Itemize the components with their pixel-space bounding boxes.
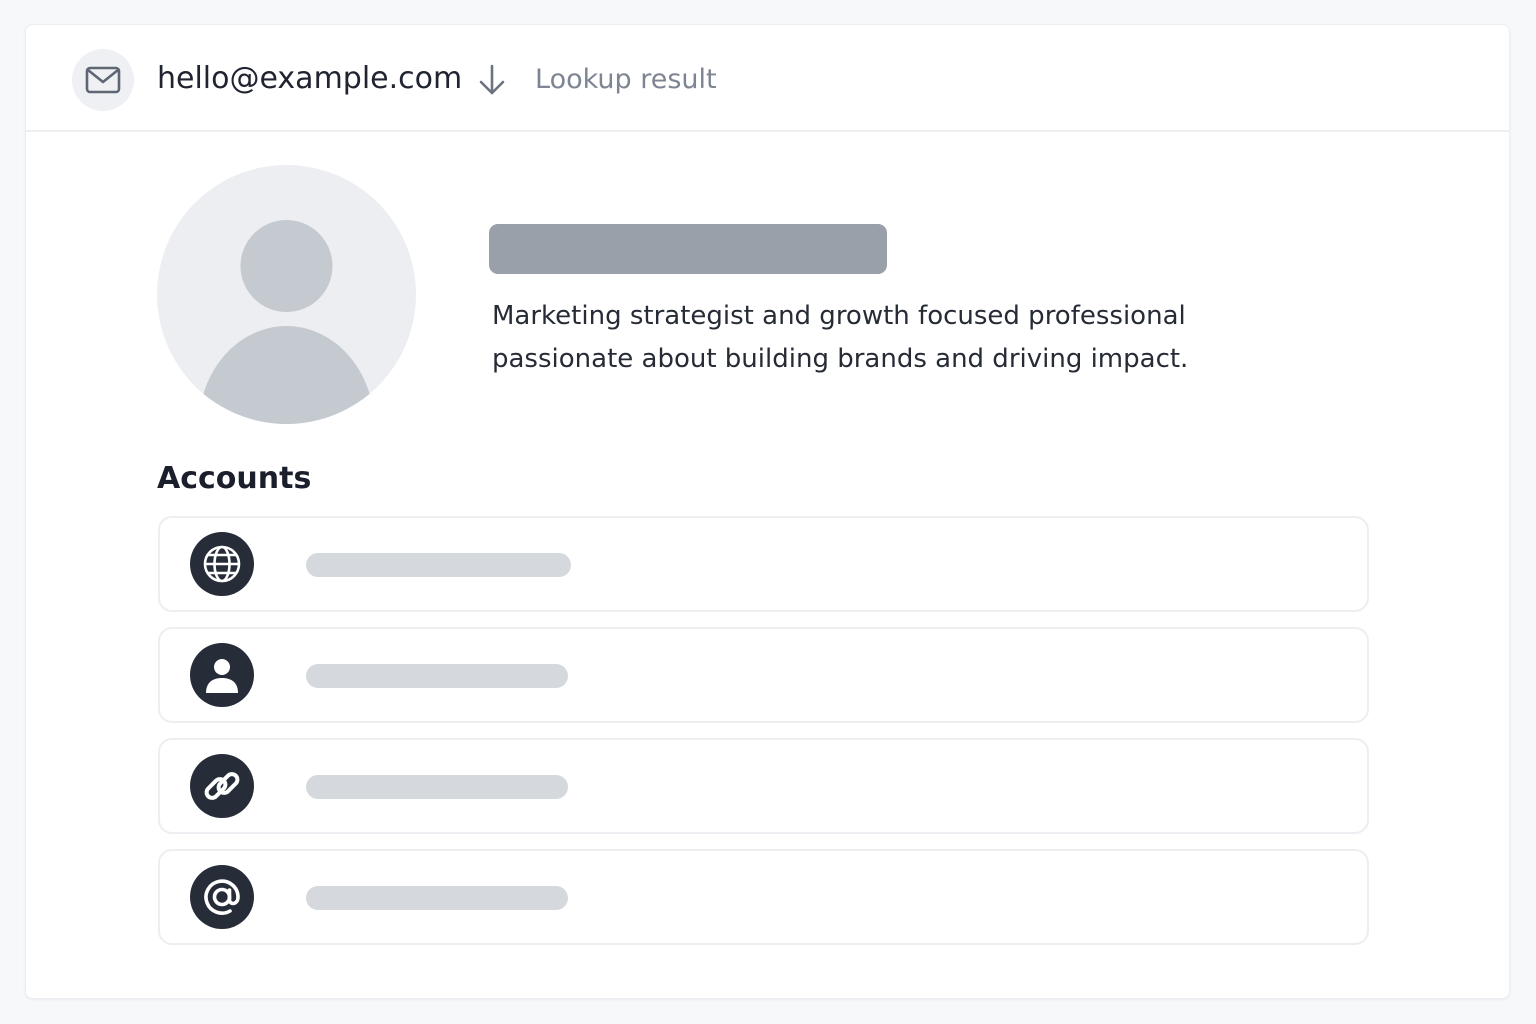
account-icon-badge <box>190 865 254 929</box>
person-placeholder-icon <box>198 220 375 424</box>
bio-line: passionate about building brands and dri… <box>492 344 1189 374</box>
arrow-down-icon <box>479 64 505 95</box>
lookup-result-card: hello@example.com Lookup result Marketin… <box>25 24 1510 999</box>
account-placeholder-bar <box>306 775 568 799</box>
link-icon <box>204 772 240 800</box>
account-icon-badge <box>190 754 254 818</box>
user-icon <box>206 659 238 693</box>
account-icon-badge <box>190 643 254 707</box>
mail-icon <box>85 66 121 94</box>
mail-badge <box>72 49 134 111</box>
profile-bio: Marketing strategist and growth focused … <box>492 295 1252 381</box>
account-icon-badge <box>190 532 254 596</box>
avatar <box>157 165 416 424</box>
account-row-profile[interactable] <box>158 627 1369 723</box>
account-row-website[interactable] <box>158 516 1369 612</box>
account-placeholder-bar <box>306 553 571 577</box>
accounts-heading: Accounts <box>157 461 312 496</box>
lookup-header: hello@example.com Lookup result <box>26 25 1509 132</box>
account-row-link[interactable] <box>158 738 1369 834</box>
bio-line: Marketing strategist and growth focused … <box>492 301 1186 331</box>
lookup-status: Lookup result <box>535 64 717 95</box>
name-placeholder <box>489 224 887 274</box>
at-sign-icon <box>204 879 240 915</box>
accounts-list <box>158 516 1369 960</box>
account-placeholder-bar <box>306 664 568 688</box>
globe-icon <box>203 545 241 583</box>
account-row-email[interactable] <box>158 849 1369 945</box>
searched-email: hello@example.com <box>157 61 463 96</box>
account-placeholder-bar <box>306 886 568 910</box>
